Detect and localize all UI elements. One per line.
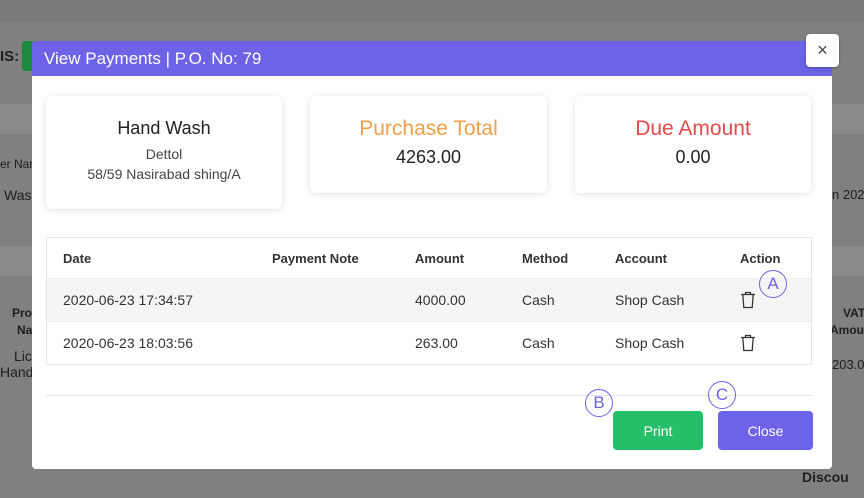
marker-b: B xyxy=(585,389,613,417)
marker-c: C xyxy=(708,381,736,409)
payment-method: Cash xyxy=(522,335,555,351)
purchase-total-card: Purchase Total 4263.00 xyxy=(310,96,547,193)
payments-table: Date Payment Note Amount Method Account … xyxy=(46,237,812,365)
bg-top-bar xyxy=(0,0,864,23)
bg-discount-label: Discou xyxy=(802,469,849,485)
header-amount: Amount xyxy=(415,250,465,266)
product-name: Hand Wash xyxy=(117,118,211,138)
payment-amount: 263.00 xyxy=(415,335,458,351)
close-button[interactable]: Close xyxy=(718,411,813,450)
product-brand: Dettol xyxy=(145,146,183,162)
table-row: 2020-06-23 18:03:56 263.00 Cash Shop Cas… xyxy=(47,321,811,364)
payment-account: Shop Cash xyxy=(615,335,685,351)
header-date: Date xyxy=(63,250,92,266)
payment-amount: 4000.00 xyxy=(415,292,466,308)
payment-account: Shop Cash xyxy=(615,292,685,308)
payment-date: 2020-06-23 18:03:56 xyxy=(63,335,193,351)
payment-method: Cash xyxy=(522,292,555,308)
header-payment-note: Payment Note xyxy=(272,250,359,266)
table-header: Date Payment Note Amount Method Account … xyxy=(47,238,811,278)
bg-date-value: n 202 xyxy=(832,187,864,202)
bg-column-label: er Nar xyxy=(0,157,34,171)
table-row: 2020-06-23 17:34:57 4000.00 Cash Shop Ca… xyxy=(47,278,811,321)
bg-status-label: IS: xyxy=(0,48,20,65)
modal-title: View Payments | P.O. No: 79 xyxy=(44,48,262,68)
bg-product-label: Na xyxy=(17,323,33,337)
delete-payment-button[interactable] xyxy=(740,279,756,321)
supplier-address: 58/59 Nasirabad shing/A xyxy=(87,166,241,182)
bg-vat-label: VAT xyxy=(843,306,864,320)
header-account: Account xyxy=(615,250,667,266)
close-icon[interactable]: × xyxy=(806,34,839,67)
header-method: Method xyxy=(522,250,569,266)
modal-header: View Payments | P.O. No: 79 xyxy=(32,41,832,76)
due-amount-card: Due Amount 0.00 xyxy=(575,96,811,193)
due-amount-label: Due Amount xyxy=(635,117,751,140)
bg-row-value: Was xyxy=(4,187,32,203)
payment-date: 2020-06-23 17:34:57 xyxy=(63,292,193,308)
bg-product-label: Pro xyxy=(12,306,33,320)
delete-payment-button[interactable] xyxy=(740,322,756,364)
purchase-total-label: Purchase Total xyxy=(359,117,498,140)
bg-vat-value: 203.0 xyxy=(832,357,864,372)
product-card: Hand Wash Dettol 58/59 Nasirabad shing/A xyxy=(46,96,282,209)
bg-vat-label: Amou xyxy=(830,323,864,337)
purchase-total-value: 4263.00 xyxy=(395,147,462,167)
print-button[interactable]: Print xyxy=(613,411,703,450)
due-amount-value: 0.00 xyxy=(675,147,711,167)
trash-icon[interactable] xyxy=(740,291,756,309)
marker-a: A xyxy=(759,270,787,298)
footer-divider xyxy=(46,395,812,396)
bg-product-value: Hand xyxy=(0,364,34,380)
bg-product-value: Lic xyxy=(14,348,32,364)
trash-icon[interactable] xyxy=(740,334,756,352)
